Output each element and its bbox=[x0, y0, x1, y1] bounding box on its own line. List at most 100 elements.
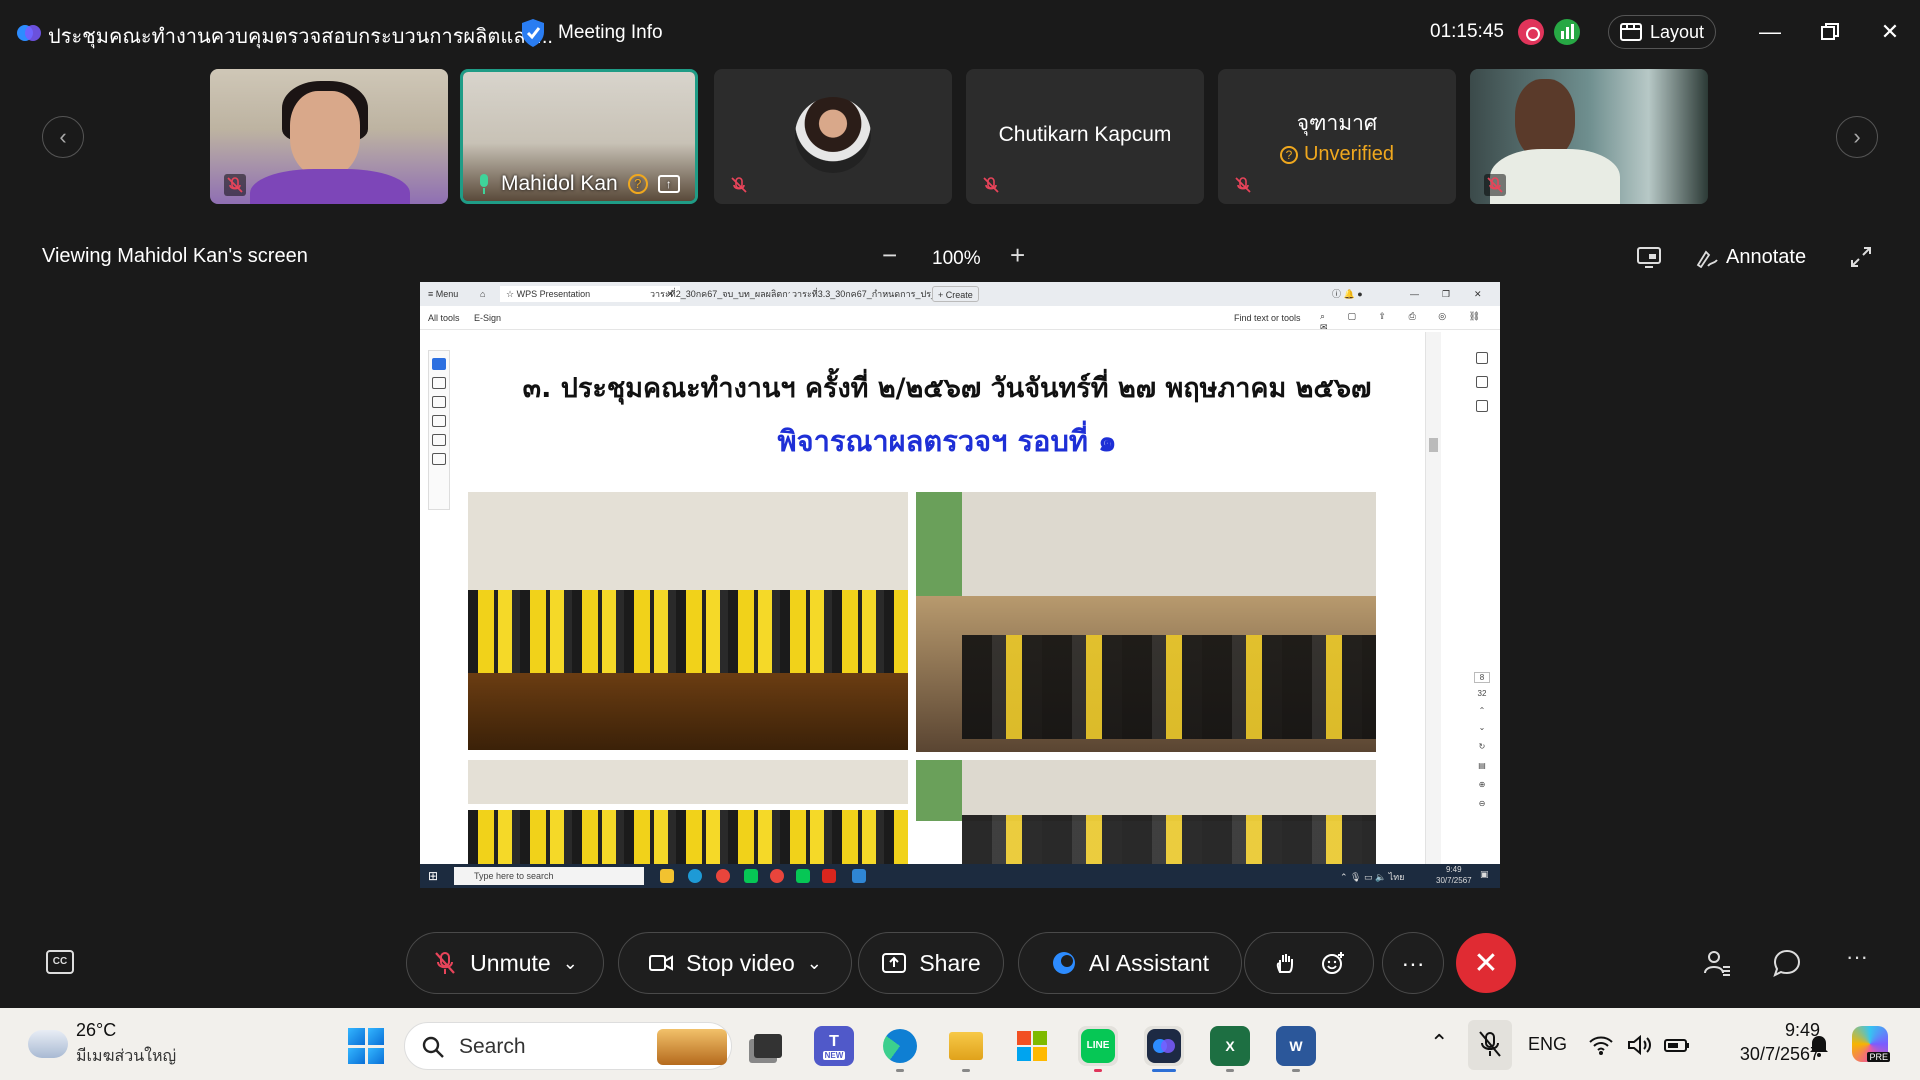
home-icon[interactable]: ⌂ bbox=[480, 286, 485, 302]
chevron-down-icon[interactable]: ⌄ bbox=[807, 953, 822, 974]
select-tool-icon[interactable] bbox=[432, 358, 446, 370]
share-button[interactable]: Share bbox=[858, 932, 1004, 994]
zoom-out-icon[interactable]: ⊖ bbox=[1472, 799, 1492, 808]
slide-scrollbar[interactable] bbox=[1425, 332, 1441, 864]
view-options-icon[interactable] bbox=[1636, 246, 1662, 270]
shape-tool-icon[interactable] bbox=[432, 415, 446, 427]
end-call-button[interactable]: ✕ bbox=[1456, 933, 1516, 993]
remote-app-icon[interactable] bbox=[852, 869, 866, 883]
system-date[interactable]: 30/7/2567 bbox=[1712, 1044, 1820, 1065]
input-language[interactable]: ENG bbox=[1528, 1034, 1567, 1055]
rotate-icon[interactable]: ↻ bbox=[1472, 742, 1492, 751]
comments-icon[interactable] bbox=[1476, 352, 1488, 364]
close-window-icon[interactable]: ✕ bbox=[1872, 14, 1908, 50]
comment-tool-icon[interactable] bbox=[432, 377, 446, 389]
volume-icon[interactable] bbox=[1626, 1032, 1652, 1058]
wps-left-toolbox[interactable] bbox=[428, 350, 450, 510]
emoji-reaction-icon[interactable] bbox=[1320, 950, 1346, 976]
recording-icon[interactable] bbox=[1518, 19, 1544, 45]
wps-find[interactable]: Find text or tools bbox=[1234, 313, 1301, 323]
slide-canvas[interactable]: ๓. ประชุมคณะทำงานฯ ครั้งที่ ๒/๒๕๖๗ วันจั… bbox=[468, 332, 1422, 870]
meeting-info-button[interactable]: Meeting Info bbox=[520, 16, 663, 50]
zoom-out-button[interactable]: − bbox=[882, 240, 897, 271]
remote-line-icon[interactable] bbox=[744, 869, 758, 883]
connection-stats-icon[interactable] bbox=[1554, 19, 1580, 45]
restore-icon[interactable] bbox=[1812, 14, 1848, 50]
raise-hand-icon[interactable] bbox=[1272, 950, 1298, 976]
gallery-prev-icon[interactable]: ‹ bbox=[42, 116, 84, 158]
participant-tile-6[interactable] bbox=[1470, 69, 1708, 204]
zoom-in-button[interactable]: + bbox=[1010, 240, 1025, 271]
participant-tile-3[interactable] bbox=[714, 69, 952, 204]
wps-close-icon[interactable]: ✕ bbox=[1474, 286, 1482, 302]
wps-tab-doc3[interactable]: วาระที่3.3_30กค67_กำหนดการ_ปร_ตาก... bbox=[792, 286, 932, 302]
remote-search-box[interactable]: Type here to search bbox=[454, 867, 644, 885]
sign-tool-icon[interactable] bbox=[432, 453, 446, 465]
remote-line2-icon[interactable] bbox=[796, 869, 810, 883]
shared-screen[interactable]: ≡ Menu ⌂ ☆ WPS Presentation ✕ วาระที่2_30… bbox=[420, 282, 1500, 888]
zoom-workplace-icon[interactable] bbox=[1144, 1026, 1184, 1066]
remote-chrome-icon[interactable] bbox=[716, 869, 730, 883]
tray-mic-muted[interactable] bbox=[1468, 1020, 1512, 1070]
layout-button[interactable]: Layout bbox=[1608, 15, 1716, 49]
unmute-button[interactable]: Unmute ⌄ bbox=[406, 932, 604, 994]
wps-minimize-icon[interactable]: — bbox=[1410, 286, 1419, 302]
store-icon[interactable] bbox=[1012, 1026, 1052, 1066]
remote-notification-icon[interactable]: ▣ bbox=[1480, 869, 1489, 880]
fullscreen-icon[interactable] bbox=[1850, 246, 1872, 268]
minimize-icon[interactable]: — bbox=[1752, 14, 1788, 50]
windows-start-icon[interactable] bbox=[348, 1028, 384, 1064]
weather-temperature[interactable]: 26°C bbox=[76, 1020, 116, 1041]
edge-icon[interactable] bbox=[880, 1026, 920, 1066]
cloud-icon[interactable] bbox=[28, 1030, 68, 1058]
copilot-icon[interactable]: PRE bbox=[1852, 1026, 1890, 1062]
file-explorer-icon[interactable] bbox=[946, 1026, 986, 1066]
wps-esign[interactable]: E-Sign bbox=[474, 313, 501, 323]
more-options-button[interactable]: ··· bbox=[1382, 932, 1444, 994]
page-down-icon[interactable]: ⌄ bbox=[1472, 723, 1492, 732]
chevron-down-icon[interactable]: ⌄ bbox=[563, 953, 578, 974]
ai-assistant-button[interactable]: AI Assistant bbox=[1018, 932, 1242, 994]
participant-tile-active[interactable]: Mahidol Kan ? ↑ bbox=[460, 69, 698, 204]
remote-browser-icon[interactable] bbox=[770, 869, 784, 883]
wps-restore-icon[interactable]: ❐ bbox=[1442, 286, 1450, 302]
pen-tool-icon[interactable] bbox=[432, 396, 446, 408]
wps-help-icon[interactable]: ⓘ 🔔 ● bbox=[1332, 286, 1363, 302]
battery-icon[interactable] bbox=[1664, 1032, 1690, 1058]
copy-icon[interactable] bbox=[1476, 400, 1488, 412]
wps-tab-doc2[interactable]: วาระที่2_30กค67_จบ_บท_ผลผลิตกานนิม... bbox=[650, 286, 790, 302]
captions-icon[interactable]: CC bbox=[46, 950, 74, 974]
fit-page-icon[interactable]: ▤ bbox=[1472, 761, 1492, 770]
gallery-next-icon[interactable]: › bbox=[1836, 116, 1878, 158]
remote-pdf-icon[interactable] bbox=[822, 869, 836, 883]
page-current[interactable]: 8 bbox=[1474, 672, 1490, 683]
teams-icon[interactable]: T NEW bbox=[814, 1026, 854, 1066]
stop-video-button[interactable]: Stop video ⌄ bbox=[618, 932, 852, 994]
task-view-icon[interactable] bbox=[748, 1026, 788, 1066]
excel-icon[interactable]: X bbox=[1210, 1026, 1250, 1066]
bookmark-icon[interactable] bbox=[1476, 376, 1488, 388]
participant-tile-5[interactable]: จุฑามาศ ? Unverified bbox=[1218, 69, 1456, 204]
annotate-button[interactable]: Annotate bbox=[1696, 246, 1806, 269]
line-icon[interactable]: LINE bbox=[1078, 1026, 1118, 1066]
tray-overflow-icon[interactable]: ⌃ bbox=[1430, 1030, 1448, 1056]
text-tool-icon[interactable] bbox=[432, 434, 446, 446]
participants-icon[interactable] bbox=[1702, 948, 1732, 978]
taskbar-search-box[interactable]: Search bbox=[404, 1022, 732, 1070]
wps-all-tools[interactable]: All tools bbox=[428, 313, 460, 323]
wps-create-tab-button[interactable]: + Create bbox=[932, 286, 979, 302]
participant-tile-4[interactable]: Chutikarn Kapcum bbox=[966, 69, 1204, 204]
page-up-icon[interactable]: ⌃ bbox=[1472, 706, 1492, 715]
wps-toolbar-icons[interactable]: ⌕ ▢ ⇪ ⎙ ◎ ⛓ ✉ bbox=[1320, 311, 1500, 333]
remote-tray-icons[interactable]: ⌃ 🎙 ▭ 🔈 ไทย bbox=[1340, 870, 1404, 884]
wps-menu-button[interactable]: ≡ Menu bbox=[428, 286, 458, 302]
notification-bell-icon[interactable] bbox=[1806, 1032, 1832, 1058]
participant-tile-1[interactable] bbox=[210, 69, 448, 204]
weather-description[interactable]: มีเมฆส่วนใหญ่ bbox=[76, 1044, 176, 1069]
chat-icon[interactable] bbox=[1772, 948, 1802, 978]
remote-start-icon[interactable]: ⊞ bbox=[428, 869, 438, 883]
wifi-icon[interactable] bbox=[1588, 1032, 1614, 1058]
more-right-icon[interactable]: ··· bbox=[1846, 944, 1876, 974]
remote-files-icon[interactable] bbox=[660, 869, 674, 883]
word-icon[interactable]: W bbox=[1276, 1026, 1316, 1066]
